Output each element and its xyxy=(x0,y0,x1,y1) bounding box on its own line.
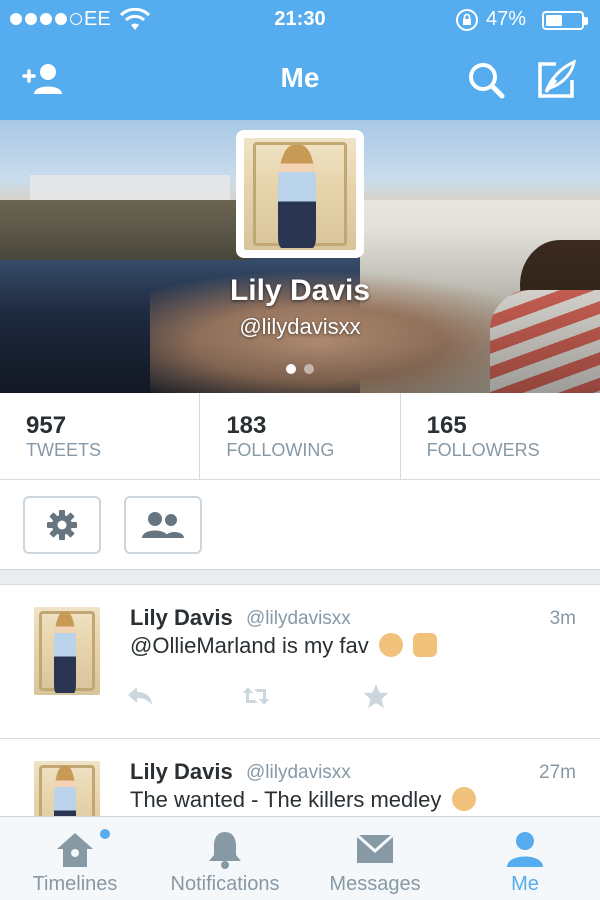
stat-value: 165 xyxy=(426,412,467,439)
reply-icon[interactable] xyxy=(126,683,154,709)
stat-label: TWEETS xyxy=(26,440,101,460)
gear-icon xyxy=(47,510,77,540)
tweet-avatar[interactable] xyxy=(34,761,100,816)
bell-icon xyxy=(209,832,241,869)
stat-value: 957 xyxy=(26,412,67,439)
avatar-photo-person xyxy=(277,144,316,248)
profile-stats: 957 TWEETS 183 FOLLOWING 165 FOLLOWERS xyxy=(0,393,600,480)
battery-icon xyxy=(542,11,588,30)
avatar-photo xyxy=(244,138,356,250)
raised-hands-emoji-icon xyxy=(412,633,437,657)
tab-messages[interactable]: Messages xyxy=(300,817,450,900)
tweet-timestamp: 27m xyxy=(539,762,576,783)
person-icon xyxy=(507,832,543,867)
tweet-author-handle: @lilydavisxx xyxy=(246,608,351,629)
tweet-author-handle: @lilydavisxx xyxy=(246,762,351,783)
avatar-photo-person xyxy=(53,612,77,694)
avatar-photo-person xyxy=(53,766,77,816)
battery-nub xyxy=(584,17,588,25)
stat-label: FOLLOWING xyxy=(226,440,335,460)
lists-button[interactable] xyxy=(124,496,202,554)
status-bar: EE 21:30 47% xyxy=(0,0,600,40)
ok-hand-emoji-icon xyxy=(378,633,403,657)
tweet-text: @OllieMarland is my fav xyxy=(130,633,369,658)
tab-label: Me xyxy=(511,873,539,895)
new-content-badge xyxy=(100,829,110,839)
tweet-avatar[interactable] xyxy=(34,607,100,695)
stat-value: 183 xyxy=(226,412,267,439)
top-bar: EE 21:30 47% Me xyxy=(0,0,600,120)
stat-following[interactable]: 183 FOLLOWING xyxy=(200,393,401,479)
tab-label: Messages xyxy=(329,873,421,895)
tweet[interactable]: Lily Davis @lilydavisxx 27m The wanted -… xyxy=(0,739,600,816)
tab-bar: Timelines Notifications Messages Me xyxy=(0,816,600,900)
tweet-body: @OllieMarland is my fav xyxy=(130,633,437,659)
tweet-text: The wanted - The killers medley xyxy=(130,787,442,812)
envelope-icon xyxy=(356,833,394,863)
settings-button[interactable] xyxy=(23,496,101,554)
tab-notifications[interactable]: Notifications xyxy=(150,817,300,900)
profile-header[interactable] xyxy=(0,120,600,393)
tab-label: Timelines xyxy=(32,873,118,895)
page-dot xyxy=(286,364,296,374)
battery-percent: 47% xyxy=(486,8,527,30)
tab-timelines[interactable]: Timelines xyxy=(0,817,150,900)
profile-name: Lily Davis xyxy=(229,274,371,307)
tweet-timestamp: 3m xyxy=(549,608,576,629)
favorite-icon[interactable] xyxy=(362,683,390,709)
stat-label: FOLLOWERS xyxy=(426,440,540,460)
search-icon[interactable] xyxy=(464,58,508,102)
page-title: Me xyxy=(280,62,320,93)
header-page-indicator[interactable] xyxy=(0,364,600,374)
tweet-list: Lily Davis @lilydavisxx 3m @OllieMarland… xyxy=(0,584,600,816)
avatar-photo xyxy=(34,761,100,816)
tweet[interactable]: Lily Davis @lilydavisxx 3m @OllieMarland… xyxy=(0,585,600,739)
retweet-icon[interactable] xyxy=(242,683,270,709)
home-icon xyxy=(57,833,93,867)
tab-label: Notifications xyxy=(170,873,280,895)
profile-avatar[interactable] xyxy=(236,130,364,258)
tweet-body: The wanted - The killers medley xyxy=(130,787,476,813)
people-icon xyxy=(142,512,184,538)
profile-actions xyxy=(0,480,600,570)
rotation-lock-icon xyxy=(456,9,478,31)
stat-tweets[interactable]: 957 TWEETS xyxy=(0,393,201,479)
battery-level xyxy=(546,15,562,26)
ok-hand-emoji-icon xyxy=(451,787,476,811)
tweet-author-name[interactable]: Lily Davis xyxy=(130,605,233,631)
page-dot xyxy=(304,364,314,374)
tweet-author-name[interactable]: Lily Davis xyxy=(130,759,233,785)
profile-handle: @lilydavisxx xyxy=(239,314,361,339)
tweet-actions xyxy=(126,683,406,709)
compose-icon[interactable] xyxy=(534,58,578,102)
avatar-photo xyxy=(34,607,100,695)
tab-me[interactable]: Me xyxy=(450,817,600,900)
stat-followers[interactable]: 165 FOLLOWERS xyxy=(401,393,600,479)
